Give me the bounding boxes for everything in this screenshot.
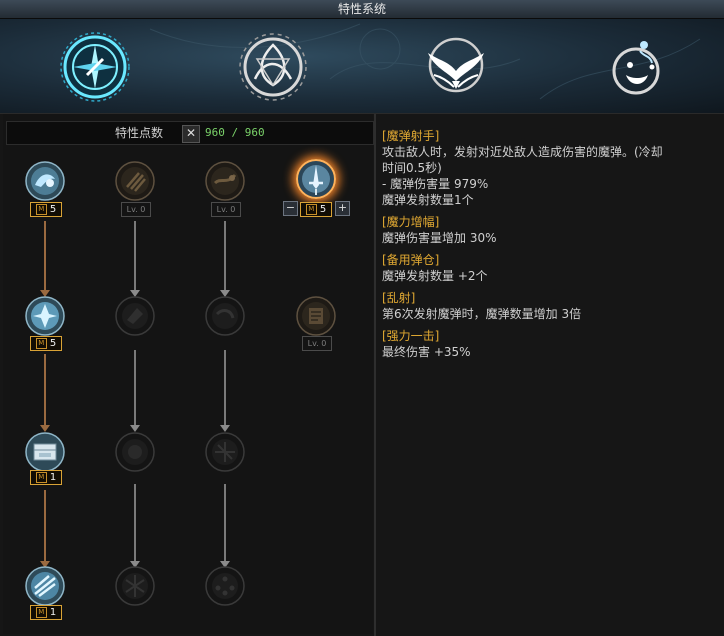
window-title: 特性系统 [0, 0, 724, 19]
compass-emblem-icon[interactable] [59, 31, 131, 103]
skill-level-badge: Lv. 0 [121, 202, 151, 217]
skill-fire-burst-icon[interactable] [205, 161, 245, 201]
tree-connector [224, 221, 226, 291]
skill-ammo-box-icon[interactable] [25, 432, 65, 472]
desc-title-spare-magazine: [备用弹仓] [382, 253, 440, 267]
desc-line: 时间0.5秒) [382, 161, 442, 175]
skill-locked-icon[interactable] [205, 296, 245, 336]
trait-points-value: 960 / 960 [205, 126, 265, 139]
tree-connector [224, 350, 226, 426]
increase-level-button[interactable]: + [335, 201, 350, 216]
skill-locked-icon[interactable] [115, 296, 155, 336]
tree-connector-arrowhead [40, 425, 50, 432]
skill-level-badge: M5 [30, 336, 62, 351]
desc-title-magic-bullet: [魔弹射手] [382, 129, 440, 143]
master-m-icon: M [35, 472, 47, 483]
trait-points-label: 特性点数 [115, 126, 164, 140]
decrease-level-button[interactable]: − [283, 201, 298, 216]
skill-sword-strike-icon[interactable] [296, 159, 336, 199]
master-m-icon: M [35, 607, 47, 618]
skill-level-badge: M5 [300, 202, 332, 217]
skill-description-panel: [魔弹射手] 攻击敌人时，发射对近处敌人造成伤害的魔弹。(冷却 时间0.5秒) … [382, 128, 718, 360]
tree-connector [44, 354, 46, 426]
reset-points-button[interactable]: ✕ [182, 125, 200, 143]
skill-magic-bullet-icon[interactable] [25, 161, 65, 201]
wings-emblem-icon[interactable] [420, 31, 492, 103]
desc-line: 第6次发射魔弹时，魔弹数量增加 3倍 [382, 307, 582, 321]
skill-level-badge: M5 [30, 202, 62, 217]
category-banner [0, 19, 724, 114]
tree-connector [134, 484, 136, 562]
trait-points-bar: 特性点数 ✕ 960 / 960 [6, 121, 374, 145]
skill-locked-icon[interactable] [115, 432, 155, 472]
tree-connector-arrowhead [220, 425, 230, 432]
tree-connector [44, 221, 46, 291]
tree-connector [134, 221, 136, 291]
master-m-icon: M [35, 204, 47, 215]
desc-line: - 魔弹伤害量 979% [382, 177, 489, 191]
tree-connector [134, 350, 136, 426]
skill-level-badge: Lv. 0 [211, 202, 241, 217]
skill-magic-amplify-icon[interactable] [25, 296, 65, 336]
flask-emblem-icon[interactable] [600, 31, 672, 103]
master-m-icon: M [35, 338, 47, 349]
skill-locked-icon[interactable] [115, 566, 155, 606]
skill-claw-strike-icon[interactable] [115, 161, 155, 201]
desc-title-barrage: [乱射] [382, 291, 416, 305]
desc-line: 魔弹发射数量 +2个 [382, 269, 488, 283]
tree-connector [44, 490, 46, 562]
panel-divider [374, 114, 376, 636]
master-m-icon: M [305, 204, 317, 215]
skill-level-badge: Lv. 0 [302, 336, 332, 351]
skill-level-badge: M1 [30, 605, 62, 620]
skill-level-badge: M1 [30, 470, 62, 485]
desc-line: 魔弹发射数量1个 [382, 193, 474, 207]
desc-line: 攻击敌人时，发射对近处敌人造成伤害的魔弹。(冷却 [382, 145, 663, 159]
tree-connector [224, 484, 226, 562]
desc-title-power-strike: [强力一击] [382, 329, 440, 343]
desc-line: 魔弹伤害量增加 30% [382, 231, 497, 245]
desc-line: 最终伤害 +35% [382, 345, 471, 359]
skill-power-strike-icon[interactable] [25, 566, 65, 606]
tree-connector-arrowhead [130, 425, 140, 432]
skill-scroll-icon[interactable] [296, 296, 336, 336]
triquetra-emblem-icon[interactable] [237, 31, 309, 103]
skill-locked-icon[interactable] [205, 566, 245, 606]
desc-title-magic-amplify: [魔力增幅] [382, 215, 440, 229]
skill-locked-icon[interactable] [205, 432, 245, 472]
